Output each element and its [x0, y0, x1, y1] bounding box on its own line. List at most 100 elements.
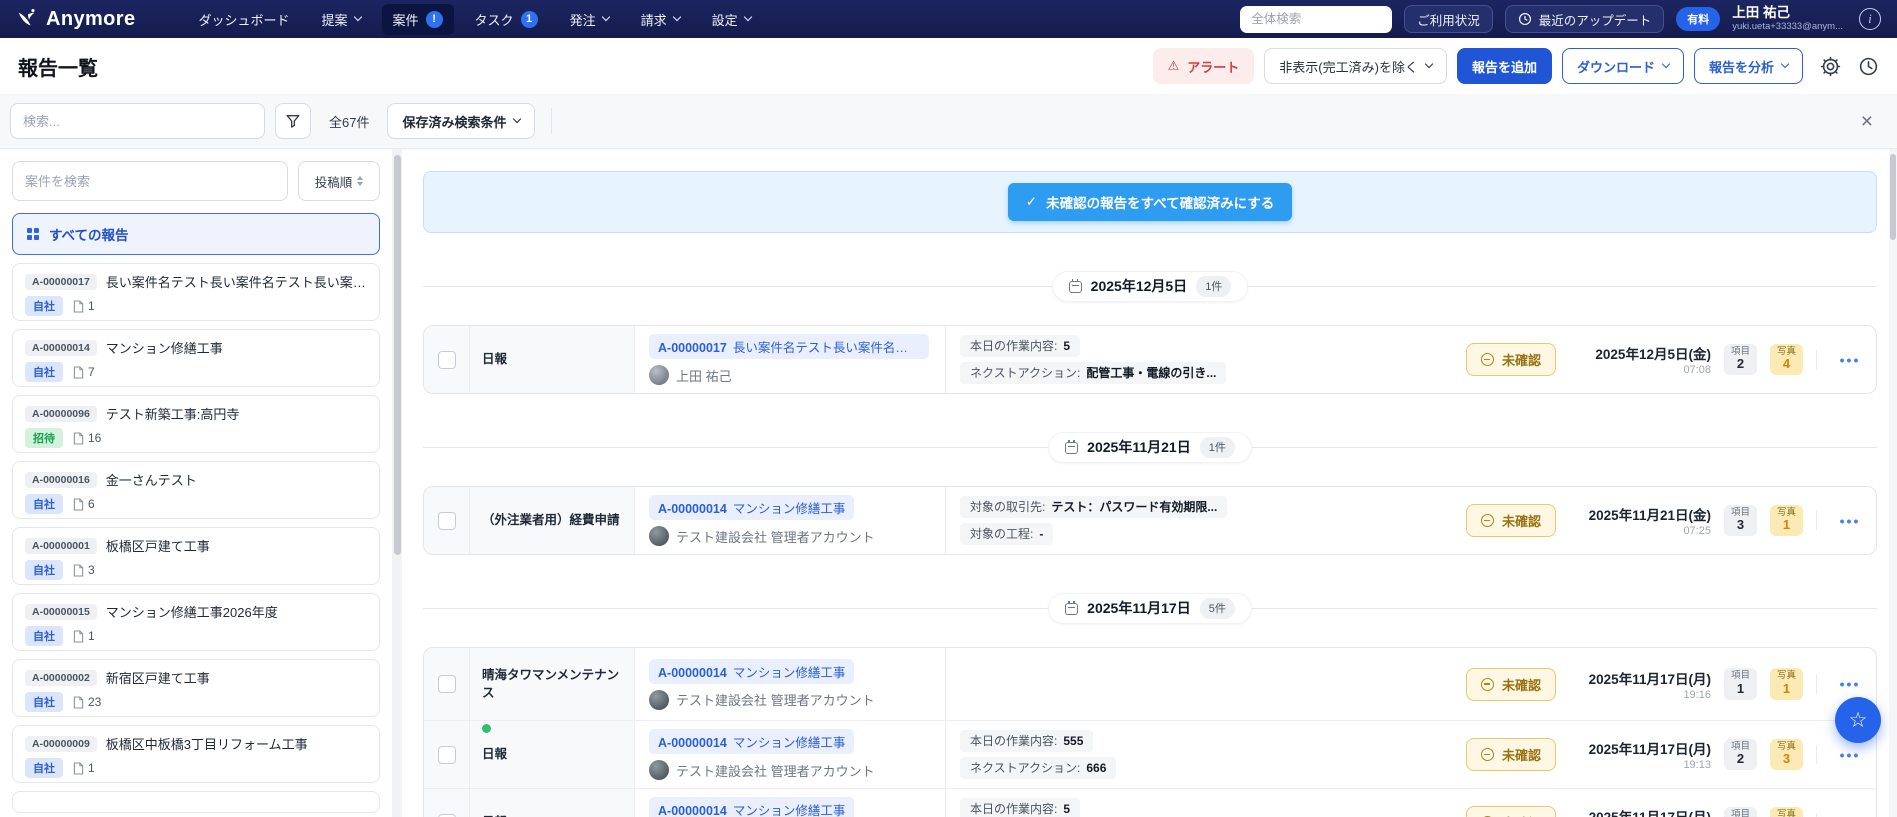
status-unconfirmed-badge[interactable]: 未確認 — [1465, 504, 1556, 537]
sidebar-project-card[interactable]: A-00000017 長い案件名テスト長い案件名テスト長い案件... 自社 1 — [12, 263, 380, 321]
project-chip-link[interactable]: A-00000014 マンション修繕工事 — [649, 797, 855, 817]
report-project-cell: A-00000014 マンション修繕工事 テスト建設会社 管理者アカウント — [635, 487, 945, 554]
row-checkbox[interactable] — [437, 745, 456, 764]
report-fields-cell: 本日の作業内容: 555 ネクストアクション: 666 — [945, 721, 1456, 788]
saved-search-dropdown[interactable]: 保存済み検索条件 — [387, 103, 536, 139]
sort-order-dropdown[interactable]: 投稿順 — [298, 161, 380, 201]
sidebar-project-card[interactable]: A-00000002 新宿区戸建て工事 自社 23 — [12, 659, 380, 717]
nav-item-billing[interactable]: 請求 — [630, 4, 691, 35]
scrollbar-thumb[interactable] — [1890, 154, 1896, 240]
nav-item-tasks[interactable]: タスク 1 — [464, 4, 549, 35]
sidebar-item-all-reports[interactable]: すべての報告 — [12, 213, 380, 255]
row-checkbox[interactable] — [437, 511, 456, 530]
close-icon[interactable]: × — [1857, 111, 1877, 132]
row-select-cell — [424, 789, 470, 817]
project-name: マンション修繕工事 — [732, 502, 846, 516]
nav-item-settings[interactable]: 設定 — [701, 4, 762, 35]
row-checkbox[interactable] — [437, 813, 456, 817]
settings-gear-icon[interactable] — [1819, 55, 1841, 77]
status-unconfirmed-badge[interactable]: 未確認 — [1465, 738, 1556, 771]
row-menu-button[interactable]: ••• — [1830, 676, 1870, 692]
row-checkbox[interactable] — [437, 675, 456, 693]
chevron-down-icon — [1424, 59, 1434, 69]
usage-status-button[interactable]: ご利用状況 — [1404, 5, 1493, 33]
confirm-all-button[interactable]: ✓ 未確認の報告をすべて確認済みにする — [1007, 183, 1293, 221]
report-datetime: 2025年11月17日(月) 19:13 — [1569, 738, 1711, 771]
project-name: 新宿区戸建て工事 — [105, 671, 210, 686]
recent-updates-button[interactable]: 最近のアップデート — [1504, 5, 1665, 33]
document-icon — [73, 761, 84, 775]
info-icon[interactable]: i — [1859, 8, 1881, 30]
user-menu[interactable]: 上田 祐己 yuki.ueta+33333@anym... — [1732, 5, 1843, 33]
plan-badge: 有料 — [1676, 7, 1721, 31]
sidebar-project-card[interactable]: A-00000001 板橋区戸建て工事 自社 3 — [12, 527, 380, 585]
status-unconfirmed-badge[interactable]: 未確認 — [1465, 343, 1556, 376]
document-icon — [73, 563, 84, 577]
page-title: 報告一覧 — [18, 57, 98, 80]
chevron-down-icon — [743, 12, 752, 22]
sidebar-project-card[interactable]: A-00000015 マンション修繕工事2026年度 自社 1 — [12, 593, 380, 651]
report-type-label: 晴海タワマンメンテナンス — [482, 667, 620, 700]
content-area: 投稿順 すべての報告 A-00000017 長い案件名テスト長い案件名テスト長い… — [0, 149, 1897, 817]
report-project-cell: A-00000017 長い案件名テスト長い案件名テス... 上田 祐己 — [635, 326, 945, 393]
alert-button[interactable]: ⚠ アラート — [1152, 48, 1255, 84]
sidebar-project-card[interactable]: A-00000014 マンション修繕工事 自社 7 — [12, 329, 380, 387]
sidebar-project-card[interactable]: A-00000009 板橋区中板橋3丁目リフォーム工事 自社 1 — [12, 725, 380, 783]
nav-item-proposal[interactable]: 提案 — [311, 4, 372, 35]
nav-item-dashboard[interactable]: ダッシュボード — [188, 4, 301, 35]
project-chip-link[interactable]: A-00000014 マンション修繕工事 — [649, 729, 855, 754]
favorite-fab-button[interactable]: ☆ — [1835, 697, 1881, 743]
row-menu-button[interactable]: ••• — [1830, 352, 1870, 368]
project-chip-link[interactable]: A-00000017 長い案件名テスト長い案件名テス... — [649, 334, 929, 359]
row-checkbox[interactable] — [437, 350, 456, 369]
items-count-badge: 項目 1 — [1723, 668, 1757, 700]
chevron-down-icon — [672, 12, 681, 22]
analyze-reports-button[interactable]: 報告を分析 — [1693, 48, 1803, 84]
nav-item-orders[interactable]: 発注 — [559, 4, 620, 35]
report-field: 本日の作業内容: 5 — [960, 335, 1081, 357]
row-menu-button[interactable]: ••• — [1830, 747, 1870, 763]
project-type-badge: 自社 — [25, 494, 63, 514]
document-icon — [73, 629, 84, 643]
minus-circle-icon — [1480, 677, 1494, 691]
chevron-down-icon — [1661, 59, 1671, 69]
status-unconfirmed-badge[interactable]: 未確認 — [1465, 667, 1556, 701]
report-group: 日報 A-00000017 長い案件名テスト長い案件名テス... 上田 祐己 本日… — [423, 325, 1877, 394]
report-fields-cell: 本日の作業内容: 5 ネクストアクション: 配管工事・電線の引き... — [945, 326, 1456, 393]
report-field: ネクストアクション: 配管工事・電線の引き... — [960, 362, 1227, 384]
filter-funnel-button[interactable] — [275, 103, 311, 139]
project-report-count: 6 — [73, 497, 95, 511]
funnel-icon — [286, 115, 300, 128]
project-report-count: 1 — [73, 629, 95, 643]
download-button[interactable]: ダウンロード — [1561, 48, 1684, 84]
visibility-filter-dropdown[interactable]: 非表示(完工済み)を除く — [1264, 48, 1447, 84]
author-name: テスト建設会社 管理者アカウント — [676, 763, 875, 779]
report-sections: 2025年12月5日 1件 日報 A-00000017 長い案件名テスト長い案件名… — [423, 270, 1877, 817]
sidebar-project-card[interactable] — [12, 791, 380, 813]
sidebar-project-card[interactable]: A-00000096 テスト新築工事:高円寺 招待 16 — [12, 395, 380, 453]
project-id: A-00000014 — [658, 665, 727, 680]
nav-item-projects[interactable]: 案件! — [381, 3, 454, 35]
row-menu-button[interactable]: ••• — [1830, 513, 1870, 529]
project-search-input[interactable] — [12, 161, 288, 201]
add-report-button[interactable]: 報告を追加 — [1456, 48, 1552, 84]
top-nav-bar: Anymore ダッシュボード 提案 案件! タスク1 発注 請求 設定 ご利用… — [0, 0, 1897, 38]
global-search-input[interactable] — [1240, 5, 1393, 33]
report-date: 2025年11月21日(金) — [1588, 508, 1711, 523]
project-id: A-00000014 — [658, 736, 727, 750]
date-pill: 2025年11月17日 5件 — [1048, 592, 1252, 624]
date-pill: 2025年12月5日 1件 — [1051, 270, 1249, 302]
report-project-cell: A-00000014 マンション修繕工事 テスト建設会社 管理者アカウント — [635, 721, 945, 788]
project-name: マンション修繕工事2026年度 — [105, 605, 278, 620]
project-type-badge: 自社 — [25, 758, 63, 778]
report-search-input[interactable] — [10, 103, 265, 139]
project-id-badge: A-00000016 — [25, 471, 97, 488]
project-chip-link[interactable]: A-00000014 マンション修繕工事 — [649, 495, 855, 520]
project-chip-link[interactable]: A-00000014 マンション修繕工事 — [649, 658, 855, 684]
sidebar-project-card[interactable]: A-00000016 金一さんテスト 自社 6 — [12, 461, 380, 519]
report-list-main: ✓ 未確認の報告をすべて確認済みにする 2025年12月5日 1件 日報 A-0… — [402, 149, 1897, 817]
history-clock-icon[interactable] — [1857, 55, 1879, 77]
app-logo[interactable]: Anymore — [16, 8, 136, 31]
status-unconfirmed-badge[interactable]: 未確認 — [1465, 806, 1556, 817]
scrollbar-thumb[interactable] — [393, 155, 401, 555]
